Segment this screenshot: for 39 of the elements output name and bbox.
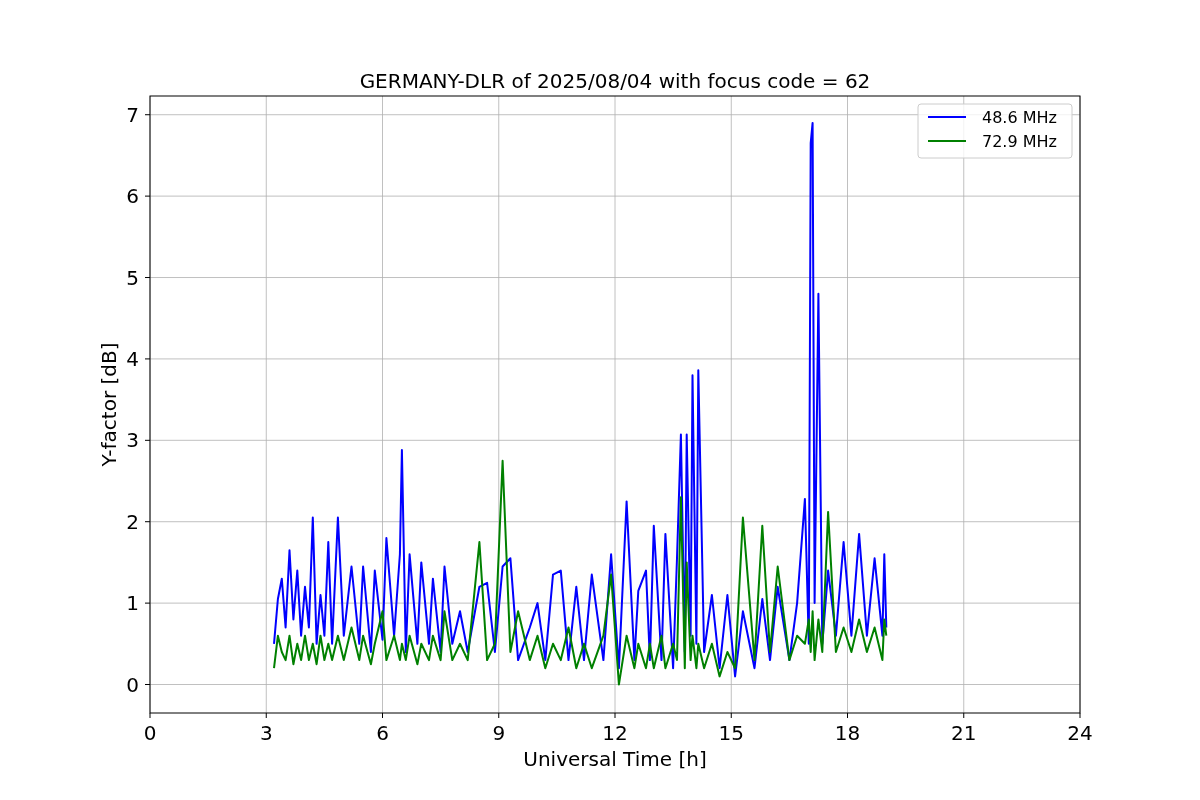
tick-label: 0 (126, 672, 139, 697)
chart-title: GERMANY-DLR of 2025/08/04 with focus code = 62 (359, 69, 871, 93)
tick-label: 2 (126, 509, 139, 534)
tick-mark (144, 439, 151, 441)
tick-mark (144, 277, 151, 278)
tick-label: 7 (126, 102, 139, 127)
tick-label: 6 (376, 721, 389, 745)
tick-label: 5 (126, 265, 139, 290)
tick-label: 24 (1067, 721, 1093, 745)
tick-label: 18 (834, 721, 861, 745)
tick-mark (382, 712, 383, 719)
tick-label: 0 (143, 721, 157, 745)
tick-mark (614, 712, 616, 719)
tick-mark (149, 712, 151, 719)
tick-mark (847, 712, 848, 719)
legend-label: 48.6 MHz (982, 108, 1057, 127)
tick-mark (730, 712, 732, 719)
tick-label: 1 (126, 591, 139, 616)
tick-mark (963, 712, 965, 719)
tick-mark (144, 684, 151, 685)
tick-label: 9 (492, 721, 506, 745)
tick-label: 12 (602, 721, 628, 745)
tick-mark (144, 114, 151, 116)
tick-label: 21 (951, 721, 977, 745)
tick-label: 15 (718, 721, 744, 745)
x-axis-label: Universal Time [h] (523, 747, 707, 771)
tick-mark (144, 521, 151, 523)
legend-label: 72.9 MHz (982, 132, 1057, 151)
tick-mark (498, 712, 500, 719)
tick-label: 6 (126, 184, 139, 209)
tick-mark (144, 358, 151, 360)
tick-mark (144, 195, 151, 197)
tick-mark (265, 712, 267, 719)
y-axis-label: Y-factor [dB] (97, 342, 121, 467)
tick-label: 4 (126, 346, 139, 371)
tick-label: 3 (259, 721, 273, 745)
tick-mark (144, 602, 151, 604)
tick-mark (1079, 712, 1081, 719)
tick-label: 3 (126, 428, 139, 453)
